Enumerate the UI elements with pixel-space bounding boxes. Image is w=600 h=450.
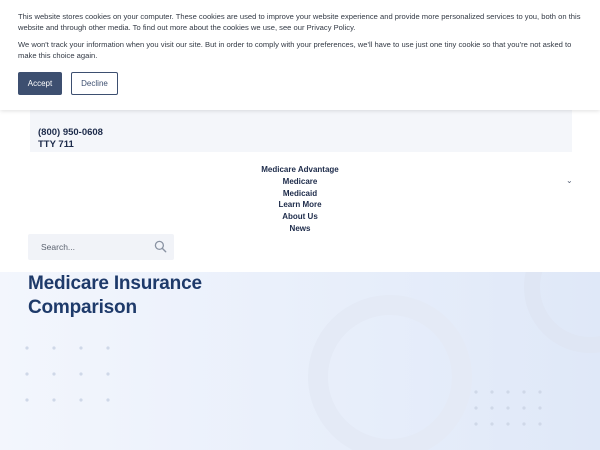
decor-dot xyxy=(522,390,526,394)
accept-button[interactable]: Accept xyxy=(18,72,62,95)
decor-dot xyxy=(106,346,110,350)
decor-dot xyxy=(79,346,83,350)
nav-item-medicare-advantage[interactable]: Medicare Advantage xyxy=(0,164,600,176)
decor-dot xyxy=(474,406,478,410)
search-box xyxy=(28,234,174,260)
decor-dot xyxy=(506,390,510,394)
decor-dot xyxy=(474,390,478,394)
cookie-text-2: We won't track your information when you… xyxy=(18,40,572,60)
decor-dot xyxy=(538,422,542,426)
search-input[interactable] xyxy=(41,242,151,252)
cookie-buttons: Accept Decline xyxy=(18,72,582,95)
search-icon[interactable] xyxy=(154,240,167,253)
decor-dot xyxy=(490,406,494,410)
decor-dot xyxy=(506,422,510,426)
decor-dot xyxy=(25,346,29,350)
decor-dot xyxy=(490,390,494,394)
cookie-banner: This website stores cookies on your comp… xyxy=(0,0,600,110)
decor-dot xyxy=(79,398,83,402)
decor-dot xyxy=(522,406,526,410)
decor-dot xyxy=(538,406,542,410)
decor-dot xyxy=(522,422,526,426)
hero-section: Medicare Insurance Comparison xyxy=(0,272,600,450)
decor-dot xyxy=(106,372,110,376)
nav-item-learn-more[interactable]: Learn More xyxy=(0,199,600,211)
decor-dot xyxy=(52,398,56,402)
main-nav: Medicare Advantage Medicare Medicaid Lea… xyxy=(0,164,600,235)
decor-dot xyxy=(52,372,56,376)
contact-bar: (800) 950-0608 TTY 711 xyxy=(30,110,572,152)
page-title-line-2: Comparison xyxy=(28,297,137,318)
nav-item-medicare[interactable]: Medicare xyxy=(0,176,600,188)
page-title: Medicare Insurance Comparison xyxy=(28,272,202,320)
chevron-down-icon[interactable]: ⌄ xyxy=(566,176,573,185)
decline-button[interactable]: Decline xyxy=(71,72,118,95)
phone-number[interactable]: (800) 950-0608 xyxy=(38,127,572,139)
decor-dot xyxy=(506,406,510,410)
decor-dot xyxy=(25,398,29,402)
decor-dot xyxy=(490,422,494,426)
cookie-text-1: This website stores cookies on your comp… xyxy=(18,12,581,32)
tty-number[interactable]: TTY 711 xyxy=(38,139,572,151)
decor-dot xyxy=(538,390,542,394)
decor-dot xyxy=(106,398,110,402)
nav-item-medicaid[interactable]: Medicaid xyxy=(0,188,600,200)
decor-dot xyxy=(52,346,56,350)
page-title-line-1: Medicare Insurance xyxy=(28,273,202,294)
nav-item-news[interactable]: News xyxy=(0,223,600,235)
nav-item-about-us[interactable]: About Us xyxy=(0,211,600,223)
decor-dot xyxy=(474,422,478,426)
decor-dot xyxy=(25,372,29,376)
decor-dot xyxy=(79,372,83,376)
